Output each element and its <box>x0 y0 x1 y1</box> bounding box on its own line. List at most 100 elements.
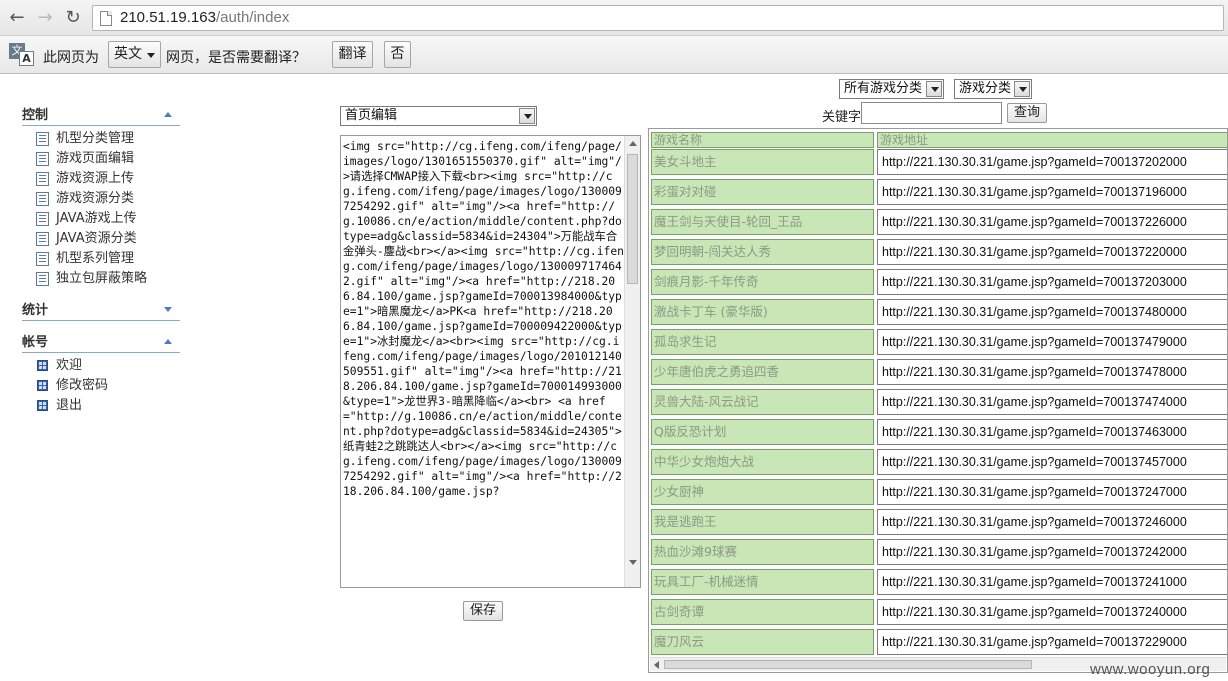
column-header-name: 游戏名称 <box>651 132 874 148</box>
watermark: www.wooyun.org <box>1090 661 1211 678</box>
keyword-input[interactable] <box>861 102 1002 124</box>
sidebar-item-welcome[interactable]: 欢迎 <box>36 356 180 376</box>
game-table: 游戏名称 游戏地址 美女斗地主 http://221.130.30.31/game… <box>648 128 1228 673</box>
game-name-cell[interactable]: 少女厨神 <box>651 479 874 505</box>
game-url-cell[interactable]: http://221.130.30.31/game.jsp?gameId=700… <box>877 239 1227 265</box>
game-name-cell[interactable]: Q版反恐计划 <box>651 419 874 445</box>
content-textarea[interactable]: <img src="http://cg.ifeng.com/ifeng/page… <box>340 135 641 588</box>
game-name-cell[interactable]: 魔刀风云 <box>651 629 874 655</box>
game-name-cell[interactable]: 中华少女炮炮大战 <box>651 449 874 475</box>
reload-icon[interactable]: ↻ <box>62 7 84 29</box>
grid-icon <box>37 380 48 391</box>
game-url-cell[interactable]: http://221.130.30.31/game.jsp?gameId=700… <box>877 479 1227 505</box>
game-url-cell[interactable]: http://221.130.30.31/game.jsp?gameId=700… <box>877 269 1227 295</box>
game-url-cell[interactable]: http://221.130.30.31/game.jsp?gameId=700… <box>877 149 1227 175</box>
category-value: 游戏分类 <box>959 81 1012 96</box>
section-title: 统计 <box>22 303 49 318</box>
category-select[interactable]: 游戏分类 <box>954 79 1032 99</box>
sidebar-item-java-upload[interactable]: JAVA游戏上传 <box>36 209 180 229</box>
column-header-url: 游戏地址 <box>877 132 1227 148</box>
sidebar-item-label: 修改密码 <box>56 378 109 393</box>
content-text: <img src="http://cg.ifeng.com/ifeng/page… <box>343 140 624 498</box>
document-icon <box>36 252 49 266</box>
game-url-cell[interactable]: http://221.130.30.31/game.jsp?gameId=700… <box>877 329 1227 355</box>
game-url-cell[interactable]: http://221.130.30.31/game.jsp?gameId=700… <box>877 389 1227 415</box>
game-url-cell[interactable]: http://221.130.30.31/game.jsp?gameId=700… <box>877 569 1227 595</box>
scroll-thumb[interactable] <box>627 154 638 284</box>
game-url-cell[interactable]: http://221.130.30.31/game.jsp?gameId=700… <box>877 449 1227 475</box>
chevron-down-icon[interactable] <box>1014 81 1030 97</box>
sidebar-item-game-upload[interactable]: 游戏资源上传 <box>36 169 180 189</box>
game-name-cell[interactable]: 古剑奇谭 <box>651 599 874 625</box>
translate-prefix: 此网页为 <box>43 50 99 66</box>
game-name-cell[interactable]: 美女斗地主 <box>651 149 874 175</box>
game-name-cell[interactable]: 剑痕月影-千年传奇 <box>651 269 874 295</box>
game-url-cell[interactable]: http://221.130.30.31/game.jsp?gameId=700… <box>877 209 1227 235</box>
sidebar-item-change-password[interactable]: 修改密码 <box>36 376 180 396</box>
category-all-select[interactable]: 所有游戏分类 <box>839 79 944 99</box>
browser-toolbar: ← → ↻ 210.51.19.163/auth/index <box>0 0 1228 36</box>
section-stats-header[interactable]: 统计 <box>22 295 180 321</box>
expand-icon[interactable] <box>164 307 172 312</box>
back-icon[interactable]: ← <box>6 7 28 29</box>
page-select-value: 首页编辑 <box>345 108 398 123</box>
translate-suffix: 网页，是否需要翻译？ <box>166 50 306 66</box>
collapse-icon[interactable] <box>164 112 172 117</box>
game-url-cell[interactable]: http://221.130.30.31/game.jsp?gameId=700… <box>877 599 1227 625</box>
chevron-down-icon[interactable] <box>519 108 535 124</box>
document-icon <box>36 232 49 246</box>
collapse-icon[interactable] <box>164 339 172 344</box>
game-name-cell[interactable]: 我是逃跑王 <box>651 509 874 535</box>
game-name-cell[interactable]: 灵兽大陆-风云战记 <box>651 389 874 415</box>
query-button[interactable]: 查询 <box>1007 103 1047 123</box>
sidebar-item-block-policy[interactable]: 独立包屏蔽策略 <box>36 269 180 289</box>
chevron-down-icon[interactable] <box>926 81 942 97</box>
sidebar-item-logout[interactable]: 退出 <box>36 396 180 416</box>
game-url-cell[interactable]: http://221.130.30.31/game.jsp?gameId=700… <box>877 539 1227 565</box>
address-bar[interactable]: 210.51.19.163/auth/index <box>92 5 1224 31</box>
page-icon <box>100 11 112 26</box>
scroll-thumb[interactable] <box>664 660 1032 669</box>
section-control-header[interactable]: 控制 <box>22 100 180 126</box>
section-title: 控制 <box>22 108 49 123</box>
sidebar-item-model-series[interactable]: 机型系列管理 <box>36 249 180 269</box>
no-translate-button[interactable]: 否 <box>384 41 411 68</box>
sidebar-item-label: JAVA游戏上传 <box>56 211 137 226</box>
sidebar-item-game-page-edit[interactable]: 游戏页面编辑 <box>36 149 180 169</box>
editor-scrollbar[interactable] <box>624 136 640 587</box>
game-url-cell[interactable]: http://221.130.30.31/game.jsp?gameId=700… <box>877 299 1227 325</box>
grid-icon <box>37 400 48 411</box>
game-name-cell[interactable]: 魔王剑与天使目-轮回_王品 <box>651 209 874 235</box>
sidebar-item-label: 游戏页面编辑 <box>56 151 135 166</box>
translate-button[interactable]: 翻译 <box>332 41 373 68</box>
scroll-down-icon[interactable] <box>629 560 637 565</box>
document-icon <box>36 212 49 226</box>
game-url-cell[interactable]: http://221.130.30.31/game.jsp?gameId=700… <box>877 359 1227 385</box>
game-name-cell[interactable]: 彩蛋对对碰 <box>651 179 874 205</box>
sidebar-item-game-category[interactable]: 游戏资源分类 <box>36 189 180 209</box>
game-url-cell[interactable]: http://221.130.30.31/game.jsp?gameId=700… <box>877 629 1227 655</box>
scroll-up-icon[interactable] <box>629 141 637 146</box>
language-select[interactable]: 英文 <box>108 41 161 68</box>
game-name-cell[interactable]: 玩具工厂-机械迷情 <box>651 569 874 595</box>
game-name-cell[interactable]: 激战卡丁车 (豪华版) <box>651 299 874 325</box>
game-name-cell[interactable]: 梦回明朝-闯关达人秀 <box>651 239 874 265</box>
game-url-cell[interactable]: http://221.130.30.31/game.jsp?gameId=700… <box>877 509 1227 535</box>
sidebar-item-model-category[interactable]: 机型分类管理 <box>36 129 180 149</box>
game-name-cell[interactable]: 少年唐伯虎之勇追四香 <box>651 359 874 385</box>
chevron-down-icon <box>147 53 155 58</box>
sidebar-item-label: 机型系列管理 <box>56 251 135 266</box>
save-button[interactable]: 保存 <box>463 601 503 621</box>
grid-icon <box>37 360 48 371</box>
game-name-cell[interactable]: 孤岛求生记 <box>651 329 874 355</box>
page-select[interactable]: 首页编辑 <box>340 106 537 126</box>
game-url-cell[interactable]: http://221.130.30.31/game.jsp?gameId=700… <box>877 419 1227 445</box>
game-url-cell[interactable]: http://221.130.30.31/game.jsp?gameId=700… <box>877 179 1227 205</box>
scroll-left-icon[interactable] <box>654 661 659 669</box>
document-icon <box>36 172 49 186</box>
forward-icon[interactable]: → <box>34 7 56 29</box>
game-name-cell[interactable]: 热血沙滩9球赛 <box>651 539 874 565</box>
section-account-header[interactable]: 帐号 <box>22 327 180 353</box>
sidebar-item-java-category[interactable]: JAVA资源分类 <box>36 229 180 249</box>
sidebar-item-label: 退出 <box>56 398 83 413</box>
